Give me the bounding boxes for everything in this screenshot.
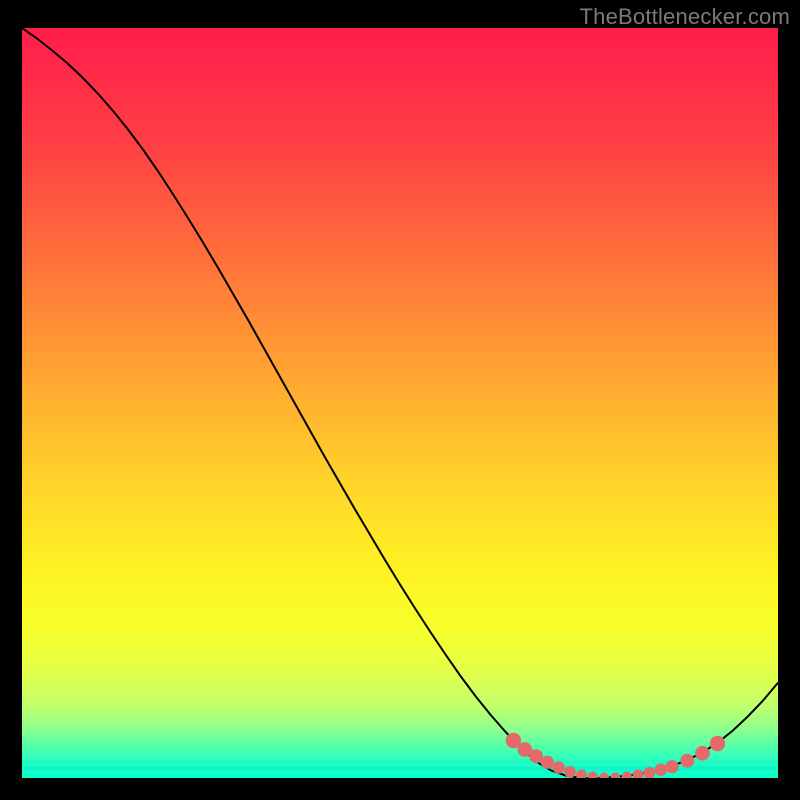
data-marker	[599, 773, 608, 778]
data-marker	[695, 746, 710, 761]
data-marker	[553, 761, 565, 773]
data-marker	[710, 736, 725, 751]
attribution-label: TheBottlenecker.com	[580, 4, 790, 30]
data-marker	[655, 764, 667, 776]
data-marker	[588, 771, 598, 778]
data-marker	[680, 754, 694, 768]
data-marker	[541, 756, 554, 769]
chart-curve-layer	[22, 28, 778, 778]
data-marker	[633, 770, 644, 778]
data-marker	[576, 770, 587, 778]
data-marker	[529, 749, 543, 763]
data-marker	[666, 760, 679, 773]
data-marker	[611, 773, 620, 778]
data-marker	[644, 767, 656, 778]
chart-container: TheBottlenecker.com	[0, 0, 800, 800]
data-markers	[506, 733, 726, 778]
plot-area	[22, 28, 778, 778]
data-marker	[622, 771, 632, 778]
curve-line	[22, 28, 778, 778]
data-marker	[564, 766, 576, 778]
